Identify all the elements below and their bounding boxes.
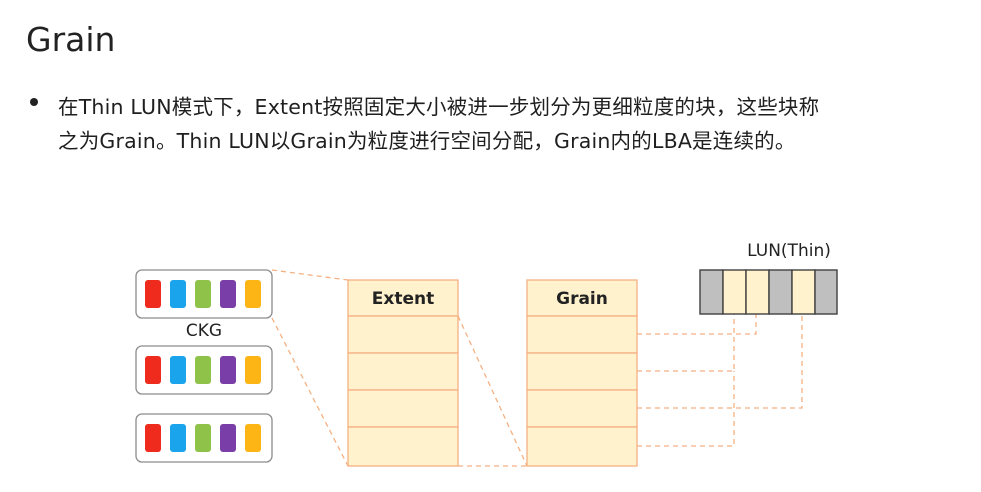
chunk (195, 356, 211, 384)
ckg-label: CKG (186, 321, 222, 341)
lun-thin-strip (699, 269, 838, 315)
extent-cell (347, 389, 459, 428)
chunk (145, 424, 161, 452)
chunk (170, 356, 186, 384)
chunk (170, 280, 186, 308)
chunk (145, 356, 161, 384)
connector-line (637, 314, 757, 335)
lun-block-allocated (791, 269, 816, 315)
chunk (220, 424, 236, 452)
chunk (170, 424, 186, 452)
extent-grain-connectors (457, 315, 528, 467)
grain-cell (526, 315, 638, 354)
grain-header: Grain (556, 289, 608, 309)
lun-block-allocated (722, 269, 747, 315)
connector-line (637, 314, 735, 372)
lun-block-allocated (745, 269, 770, 315)
ckg-group (135, 413, 273, 463)
lun-block-unallocated (814, 269, 838, 315)
chunk (220, 356, 236, 384)
extent-header: Extent (372, 289, 434, 309)
grain-cell (526, 426, 638, 467)
chunk (195, 280, 211, 308)
lun-label: LUN(Thin) (747, 241, 831, 261)
extent-cell (347, 315, 459, 354)
grain-cell (526, 352, 638, 391)
chunk (245, 356, 261, 384)
chunk (145, 280, 161, 308)
chunk (245, 424, 261, 452)
connector-line (271, 317, 349, 467)
lun-block-unallocated (768, 269, 793, 315)
grain-diagram: CKG Extent Grain LUN(Thin) (135, 241, 838, 467)
chunk (195, 424, 211, 452)
connector-line (457, 315, 528, 467)
grain-cell (526, 389, 638, 428)
ckg-extent-connectors (271, 269, 349, 467)
chunk (220, 280, 236, 308)
ckg-group (135, 345, 273, 395)
chunk (245, 280, 261, 308)
extent-cell (347, 352, 459, 391)
extent-cell (347, 426, 459, 467)
connector-line (271, 269, 349, 281)
lun-block-unallocated (699, 269, 724, 315)
connector-line (637, 314, 803, 409)
ckg-group (135, 269, 273, 319)
grain-lun-connectors (637, 314, 803, 447)
